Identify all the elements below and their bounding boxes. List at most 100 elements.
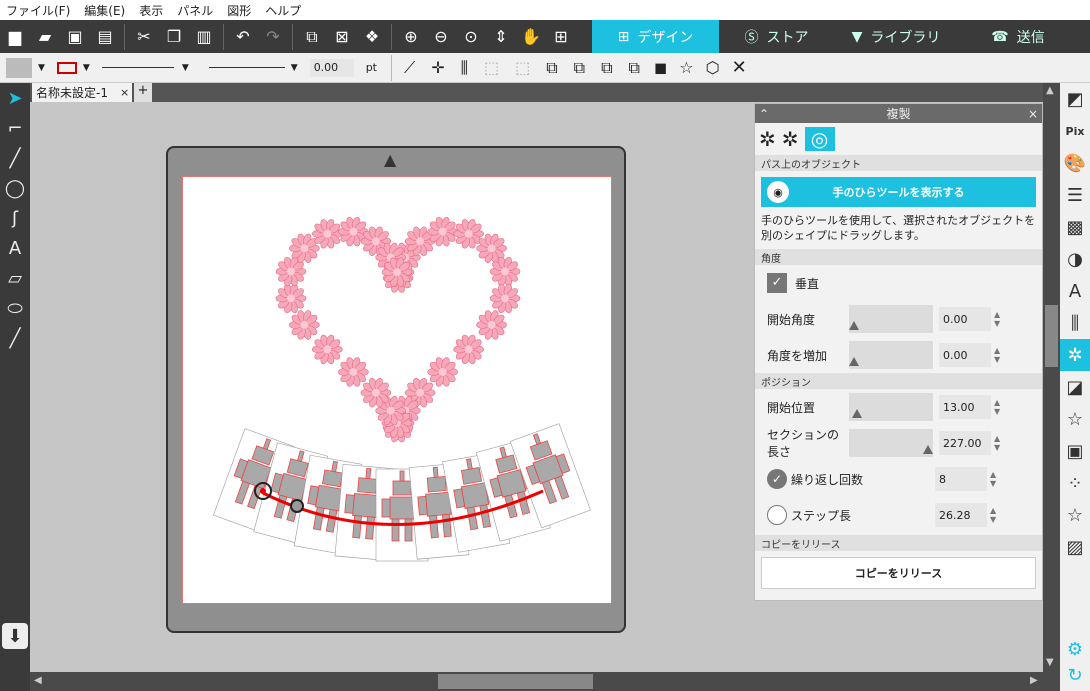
offset-icon[interactable]: ☆ (1060, 403, 1090, 435)
pixscan-icon[interactable]: Pix (1060, 115, 1090, 147)
align-icon[interactable]: ⫼ (461, 58, 468, 78)
cut-icon[interactable]: ✂ (131, 24, 157, 50)
step-length-stepper[interactable]: ▲ ▼ (990, 506, 996, 524)
transform2-icon[interactable]: ⬚ (515, 58, 530, 77)
palette-icon[interactable]: 🎨 (1060, 147, 1090, 179)
path-handle[interactable] (290, 499, 304, 513)
angle-increment-slider[interactable] (849, 341, 933, 369)
open-folder-icon[interactable]: ▰ (32, 24, 58, 50)
angle-increment-input[interactable]: 0.00 (939, 343, 991, 367)
fill-icon[interactable]: ▱ (0, 263, 30, 293)
line-style-select[interactable] (101, 67, 174, 68)
line-width-input[interactable]: 0.00 (309, 58, 354, 77)
transform-icon[interactable]: ⬚ (484, 58, 499, 77)
scroll-down-icon[interactable]: ▼ (1046, 657, 1054, 668)
chevron-down-icon[interactable]: ▼ (182, 63, 189, 73)
scroll-left-icon[interactable]: ◀ (34, 675, 42, 686)
close-icon[interactable]: ✕ (732, 57, 747, 78)
tab-store[interactable]: Ⓢ ストア (719, 20, 834, 53)
close-tab-icon[interactable]: × (120, 86, 129, 99)
design-canvas[interactable] (183, 177, 613, 605)
bring-front-icon[interactable]: ⧉ (546, 58, 557, 78)
align-panel-icon[interactable]: ⫼ (1060, 307, 1090, 339)
menu-shape[interactable]: 図形 (227, 2, 251, 19)
tab-library[interactable]: ▼ ライブラリ (834, 20, 958, 53)
compound-path-icon[interactable]: ❖ (359, 24, 385, 50)
freehand-icon[interactable]: ʃ (0, 203, 30, 233)
eraser-icon[interactable]: ⬭ (0, 293, 30, 323)
line-color-swatch[interactable] (56, 61, 77, 74)
ungroup-icon[interactable]: ⊠ (329, 24, 355, 50)
shape-star-icon[interactable]: ☆ (1060, 499, 1090, 531)
zoom-out-icon[interactable]: ⊖ (428, 24, 454, 50)
path-mode-icon[interactable]: ◎ (804, 127, 835, 151)
send-back-icon[interactable]: ⧉ (574, 58, 585, 78)
zoom-in-icon[interactable]: ⊕ (398, 24, 424, 50)
repeat-count-input[interactable]: 8 (935, 467, 987, 491)
replicate-icon[interactable]: ✲ (1060, 339, 1090, 371)
close-icon[interactable]: × (1028, 107, 1038, 121)
contrast-icon[interactable]: ◑ (1060, 243, 1090, 275)
fit-page-icon[interactable]: ⊞ (548, 24, 574, 50)
flower-heart[interactable] (275, 216, 521, 443)
horizontal-scroll-thumb[interactable] (438, 674, 593, 689)
group-icon[interactable]: ⧉ (299, 24, 325, 50)
repeat-count-radio[interactable]: ✓ (767, 469, 787, 489)
horizontal-scrollbar[interactable]: ◀ ▶ (30, 672, 1043, 691)
modify-icon[interactable]: ◪ (1060, 371, 1090, 403)
document-tab[interactable]: 名称未設定-1 × (32, 83, 132, 102)
ellipse-icon[interactable]: ◯ (0, 173, 30, 203)
backward-icon[interactable]: ⧉ (629, 58, 640, 78)
new-file-icon[interactable]: ▆ (2, 24, 28, 50)
scroll-right-icon[interactable]: ▶ (1030, 675, 1038, 686)
sketch-icon[interactable]: ▨ (1060, 531, 1090, 563)
center-icon[interactable]: ✛ (431, 58, 444, 77)
section-length-input[interactable]: 227.00 (939, 431, 991, 455)
vertical-checkbox[interactable]: ✓ (767, 273, 787, 293)
paste-icon[interactable]: ▥ (191, 24, 217, 50)
menu-view[interactable]: 表示 (139, 2, 163, 19)
tab-design[interactable]: ⊞ デザイン (592, 20, 719, 53)
edit-points-icon[interactable]: ⌐ (0, 113, 30, 143)
section-length-slider[interactable] (849, 429, 933, 457)
line-style-icon[interactable]: ☰ (1060, 179, 1090, 211)
repeat-count-stepper[interactable]: ▲ ▼ (990, 470, 996, 488)
move-icon[interactable]: ⇕ (488, 24, 514, 50)
scroll-up-icon[interactable]: ▲ (1046, 85, 1054, 96)
sync-icon[interactable]: ↻ (1060, 659, 1090, 691)
line-width-select[interactable] (208, 67, 285, 68)
page-setup-icon[interactable]: ◩ (1060, 83, 1090, 115)
fill-color-swatch[interactable] (6, 57, 32, 78)
shape-icon[interactable]: ◼ (654, 58, 667, 77)
collapse-icon[interactable]: ⌃ (759, 107, 769, 121)
menu-file[interactable]: ファイル(F) (6, 2, 70, 19)
mirror-mode-icon[interactable]: ✲ (782, 127, 799, 151)
line-tool-icon[interactable]: ⟋ (404, 58, 415, 78)
undo-icon[interactable]: ↶ (230, 24, 256, 50)
start-angle-stepper[interactable]: ▲ ▼ (994, 310, 1000, 328)
start-position-stepper[interactable]: ▲ ▼ (994, 398, 1000, 416)
text-icon[interactable]: A (0, 233, 30, 263)
show-hand-tool-button[interactable]: ◉ 手のひらツールを表示する (761, 177, 1036, 207)
menu-edit[interactable]: 編集(E) (84, 2, 125, 19)
line-icon[interactable]: ╱ (0, 143, 30, 173)
trace-icon[interactable]: ▣ (1060, 435, 1090, 467)
box-icon[interactable]: ⬡ (706, 58, 720, 77)
forward-icon[interactable]: ⧉ (601, 58, 612, 78)
redo-icon[interactable]: ↷ (260, 24, 286, 50)
release-copies-button[interactable]: コピーをリリース (761, 557, 1036, 589)
star-icon[interactable]: ☆ (679, 58, 693, 77)
start-angle-input[interactable]: 0.00 (939, 307, 991, 331)
vertical-scroll-thumb[interactable] (1045, 305, 1058, 367)
add-tab-button[interactable]: + (134, 83, 152, 102)
step-length-radio[interactable] (767, 505, 787, 525)
step-length-input[interactable]: 26.28 (935, 503, 987, 527)
zoom-select-icon[interactable]: ⊙ (458, 24, 484, 50)
start-position-slider[interactable] (849, 393, 933, 421)
text-style-icon[interactable]: A (1060, 275, 1090, 307)
select-arrow-icon[interactable]: ➤ (0, 83, 30, 113)
menu-panel[interactable]: パネル (177, 2, 213, 19)
menu-help[interactable]: ヘルプ (265, 2, 301, 19)
copy-icon[interactable]: ❐ (161, 24, 187, 50)
chevron-down-icon[interactable]: ▼ (291, 63, 298, 73)
